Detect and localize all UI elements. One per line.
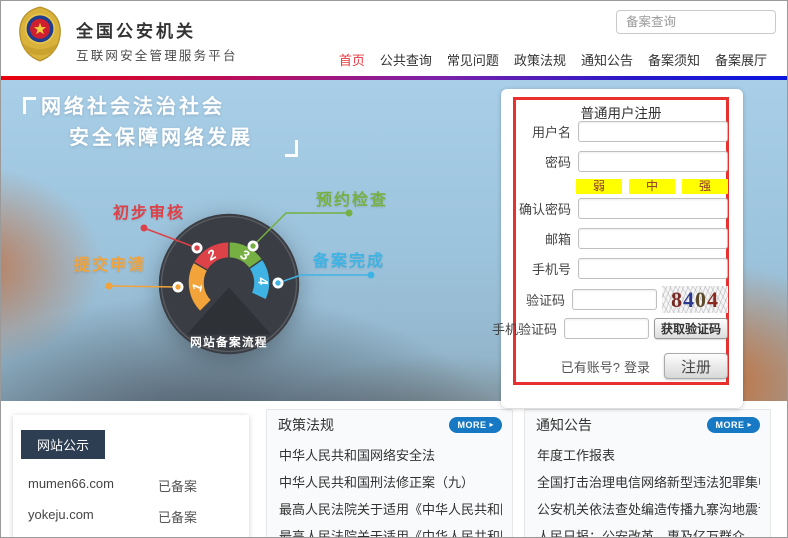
more-label: MORE [457, 420, 486, 430]
policies-more-button[interactable]: MORE▸ [449, 417, 502, 433]
site-publicity-card: 网站公示 mumen66.com 已备案 yokeju.com 已备案 zpte… [13, 415, 249, 538]
confirm-password-label: 确认密码 [519, 199, 571, 218]
search-box [616, 10, 776, 34]
notice-item[interactable]: 年度工作报表 [537, 442, 760, 469]
nav-notices[interactable]: 通知公告 [581, 50, 633, 69]
registration-panel: 普通用户注册 用户名 密码 弱 中 强 确认密码 邮箱 手机号 验证码 [501, 89, 743, 408]
username-label: 用户名 [532, 122, 571, 141]
notice-item[interactable]: 人民日报：公安改革 惠及亿万群众 [537, 523, 760, 538]
nav-public-query[interactable]: 公共查询 [380, 50, 432, 69]
notices-list: 年度工作报表 全国打击治理电信网络新型违法犯罪集中宣... 公安机关依法查处编造… [525, 440, 770, 538]
police-badge-logo [14, 5, 66, 63]
notices-more-button[interactable]: MORE▸ [707, 417, 760, 433]
email-row: 邮箱 [545, 228, 728, 249]
step-label-submit: 提交申请 [74, 251, 146, 275]
strength-medium: 中 [629, 179, 675, 194]
policies-list: 中华人民共和国网络安全法 中华人民共和国刑法修正案（九） 最高人民法院关于适用《… [267, 440, 512, 538]
arrow-right-icon: ▸ [747, 421, 752, 429]
have-account-text: 已有账号? [561, 357, 620, 376]
policies-card: 政策法规 MORE▸ 中华人民共和国网络安全法 中华人民共和国刑法修正案（九） … [266, 409, 513, 538]
policies-title: 政策法规 [278, 415, 334, 435]
notice-item[interactable]: 公安机关依法查处编造传播九寨沟地震谣言... [537, 496, 760, 523]
slogan-line-2: 安全保障网络发展 [69, 123, 253, 154]
more-label: MORE [715, 420, 744, 430]
get-code-button[interactable]: 获取验证码 [654, 318, 728, 339]
site-row: zptesting.com 已备案 [13, 532, 249, 538]
strength-weak: 弱 [576, 179, 622, 194]
site-publicity-badge: 网站公示 [21, 430, 105, 459]
step-label-complete: 备案完成 [313, 247, 385, 271]
email-label: 邮箱 [545, 229, 571, 248]
site-row: mumen66.com 已备案 [13, 470, 249, 501]
captcha-row: 验证码 8 4 0 4 [526, 286, 728, 313]
platform-name: 互联网安全管理服务平台 [76, 45, 238, 64]
password-field[interactable] [578, 151, 728, 172]
confirm-password-field[interactable] [578, 198, 728, 219]
sms-code-row: 手机验证码 获取验证码 [492, 318, 728, 339]
filing-process-gauge: 1 2 3 4 网站备案流程 [154, 209, 304, 359]
notices-card: 通知公告 MORE▸ 年度工作报表 全国打击治理电信网络新型违法犯罪集中宣...… [524, 409, 771, 538]
site-domain: yokeju.com [28, 507, 158, 526]
bottom-section: 网站公示 mumen66.com 已备案 yokeju.com 已备案 zpte… [1, 401, 787, 538]
search-input[interactable] [617, 15, 788, 29]
site-domain: mumen66.com [28, 476, 158, 495]
policy-item[interactable]: 最高人民法院关于适用《中华人民共和国行... [279, 496, 502, 523]
captcha-digit: 4 [707, 289, 719, 311]
gauge-title: 网站备案流程 [190, 335, 268, 349]
captcha-label: 验证码 [526, 290, 565, 309]
registration-title: 普通用户注册 [513, 102, 729, 122]
hero-slogan: 网络社会法治社会 安全保障网络发展 [23, 92, 253, 154]
slogan-line-1: 网络社会法治社会 [23, 92, 253, 123]
captcha-field[interactable] [572, 289, 657, 310]
arrow-right-icon: ▸ [489, 421, 494, 429]
password-label: 密码 [545, 152, 571, 171]
notice-item[interactable]: 全国打击治理电信网络新型违法犯罪集中宣... [537, 469, 760, 496]
confirm-password-row: 确认密码 [519, 198, 728, 219]
site-list: mumen66.com 已备案 yokeju.com 已备案 zptesting… [13, 470, 249, 538]
site-status: 已备案 [158, 507, 197, 526]
policy-item[interactable]: 中华人民共和国网络安全法 [279, 442, 502, 469]
registration-footer: 已有账号? 登录 注册 [561, 353, 728, 379]
site-status: 已备案 [158, 476, 197, 495]
notices-card-header: 通知公告 MORE▸ [525, 410, 770, 440]
password-row: 密码 [545, 151, 728, 172]
header: 全国公安机关 互联网安全管理服务平台 首页 公共查询 常见问题 政策法规 通知公… [1, 1, 787, 76]
password-strength-meter: 弱 中 强 [576, 179, 728, 194]
sms-code-label: 手机验证码 [492, 319, 557, 338]
phone-label: 手机号 [532, 259, 571, 278]
bracket-close-icon [285, 140, 298, 157]
sms-code-field[interactable] [564, 318, 649, 339]
nav-home[interactable]: 首页 [339, 50, 365, 69]
captcha-digit: 4 [683, 289, 695, 311]
phone-field[interactable] [578, 258, 728, 279]
login-link[interactable]: 登录 [624, 357, 650, 376]
phone-row: 手机号 [532, 258, 728, 279]
captcha-digit: 8 [671, 289, 683, 311]
step-label-inspection: 预约检查 [316, 186, 388, 210]
policy-item[interactable]: 中华人民共和国刑法修正案（九） [279, 469, 502, 496]
step-label-review: 初步审核 [113, 199, 185, 223]
site-titles: 全国公安机关 互联网安全管理服务平台 [76, 17, 238, 64]
username-row: 用户名 [532, 121, 728, 142]
captcha-digit: 0 [695, 289, 707, 311]
captcha-image[interactable]: 8 4 0 4 [662, 286, 728, 313]
site-row: yokeju.com 已备案 [13, 501, 249, 532]
policy-item[interactable]: 最高人民法院关于适用《中华人民共和国民... [279, 523, 502, 538]
nav-filing-hall[interactable]: 备案展厅 [715, 50, 767, 69]
policies-card-header: 政策法规 MORE▸ [267, 410, 512, 440]
page: 全国公安机关 互联网安全管理服务平台 首页 公共查询 常见问题 政策法规 通知公… [0, 0, 788, 538]
email-field[interactable] [578, 228, 728, 249]
nav-faq[interactable]: 常见问题 [447, 50, 499, 69]
org-name: 全国公安机关 [76, 17, 238, 42]
nav-filing-guide[interactable]: 备案须知 [648, 50, 700, 69]
strength-strong: 强 [682, 179, 728, 194]
username-field[interactable] [578, 121, 728, 142]
nav-policies[interactable]: 政策法规 [514, 50, 566, 69]
main-nav: 首页 公共查询 常见问题 政策法规 通知公告 备案须知 备案展厅 [339, 50, 767, 69]
register-button[interactable]: 注册 [664, 353, 728, 379]
notices-title: 通知公告 [536, 415, 592, 435]
